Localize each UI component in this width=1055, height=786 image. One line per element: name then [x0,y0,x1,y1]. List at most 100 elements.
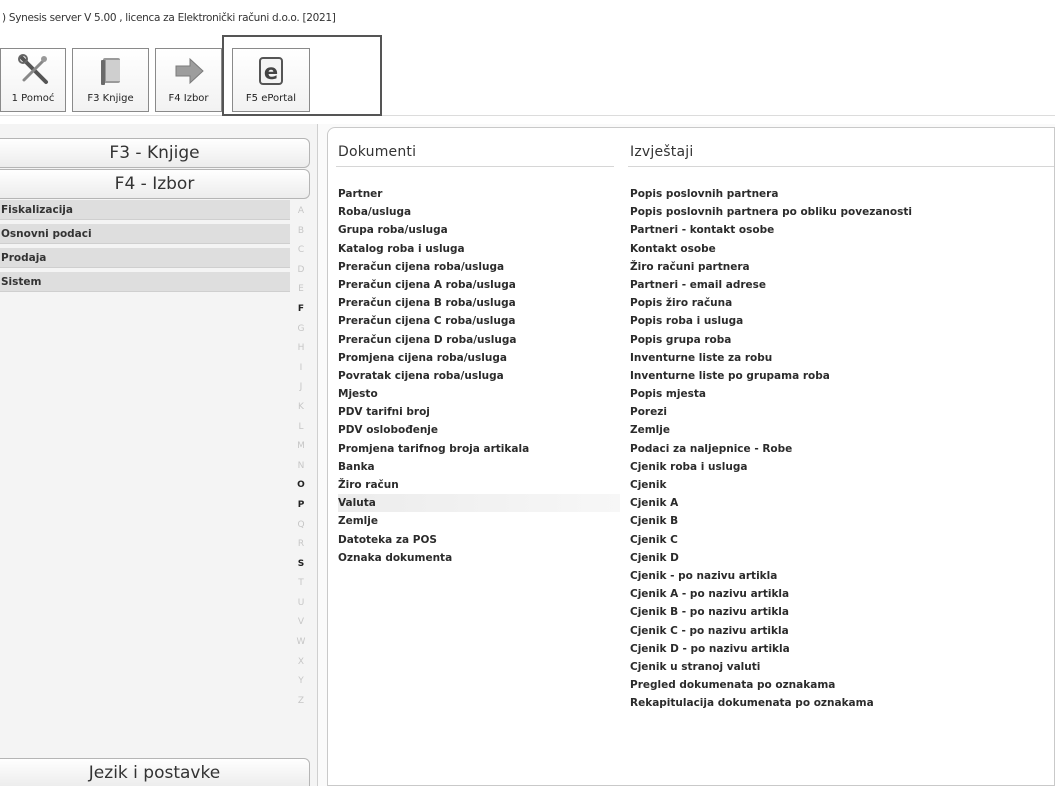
izvjestaji-item[interactable]: Porezi [630,403,1050,421]
alphabet-letter[interactable]: X [292,653,310,673]
dokumenti-item[interactable]: Grupa roba/usluga [338,221,620,239]
izvjestaji-item[interactable]: Cjenik A [630,494,1050,512]
izvjestaji-item[interactable]: Cjenik B [630,512,1050,530]
dokumenti-item[interactable]: Promjena cijena roba/usluga [338,349,620,367]
dokumenti-item[interactable]: Zemlje [338,512,620,530]
tab-language-settings[interactable]: Jezik i postavke [0,758,310,786]
izvjestaji-item[interactable]: Inventurne liste po grupama roba [630,367,1050,385]
alphabet-letter[interactable]: M [292,437,310,457]
alphabet-letter[interactable]: A [292,202,310,222]
izvjestaji-item[interactable]: Cjenik [630,476,1050,494]
alphabet-letter[interactable]: F [292,300,310,320]
izvjestaji-item[interactable]: Partneri - email adrese [630,276,1050,294]
izvjestaji-item[interactable]: Rekapitulacija dokumenata po oznakama [630,694,1050,712]
izvjestaji-item[interactable]: Popis grupa roba [630,331,1050,349]
dokumenti-heading: Dokumenti [338,144,417,160]
alphabet-letter[interactable]: W [292,633,310,653]
dokumenti-item[interactable]: Preračun cijena roba/usluga [338,258,620,276]
dokumenti-item[interactable]: Katalog roba i usluga [338,240,620,258]
izvjestaji-item[interactable]: Cjenik C - po nazivu artikla [630,622,1050,640]
alphabet-letter[interactable]: G [292,320,310,340]
f4-select-button-label: F4 Izbor [168,93,209,104]
f4-select-button[interactable]: F4 Izbor [155,48,222,112]
sidebar-item-sales[interactable]: Prodaja [0,248,290,268]
f3-books-button[interactable]: F3 Knjige [72,48,149,112]
dokumenti-item[interactable]: Preračun cijena A roba/usluga [338,276,620,294]
dokumenti-item[interactable]: Preračun cijena C roba/usluga [338,312,620,330]
dokumenti-item[interactable]: Oznaka dokumenta [338,549,620,567]
dokumenti-item[interactable]: Datoteka za POS [338,531,620,549]
dokumenti-item[interactable]: PDV oslobođenje [338,421,620,439]
alphabet-letter[interactable]: L [292,418,310,438]
izvjestaji-item[interactable]: Kontakt osobe [630,240,1050,258]
izvjestaji-item[interactable]: Cjenik u stranoj valuti [630,658,1050,676]
book-icon [91,54,131,88]
alphabet-letter[interactable]: P [292,496,310,516]
alphabet-letter[interactable]: Y [292,672,310,692]
dokumenti-item[interactable]: Promjena tarifnog broja artikala [338,440,620,458]
alphabet-letter[interactable]: N [292,457,310,477]
alphabet-letter[interactable]: H [292,339,310,359]
sidebar: F3 - Knjige F4 - Izbor Fiskalizacija Osn… [0,124,318,786]
tab-f3-books[interactable]: F3 - Knjige [0,138,310,168]
dokumenti-divider [336,166,614,167]
dokumenti-item[interactable]: Preračun cijena D roba/usluga [338,331,620,349]
izvjestaji-item[interactable]: Popis mjesta [630,385,1050,403]
izvjestaji-item[interactable]: Popis poslovnih partnera po obliku povez… [630,203,1050,221]
wrench-icon [13,54,53,88]
dokumenti-item[interactable]: Žiro račun [338,476,620,494]
dokumenti-item[interactable]: PDV tarifni broj [338,403,620,421]
dokumenti-item[interactable]: Mjesto [338,385,620,403]
window-title: ) Synesis server V 5.00 , licenca za Ele… [0,0,1055,26]
sidebar-item-fiscalization[interactable]: Fiskalizacija [0,200,290,220]
izvjestaji-item[interactable]: Cjenik - po nazivu artikla [630,567,1050,585]
help-button[interactable]: 1 Pomoć [0,48,66,112]
izvjestaji-item[interactable]: Cjenik D [630,549,1050,567]
dokumenti-item[interactable]: Preračun cijena B roba/usluga [338,294,620,312]
alphabet-letter[interactable]: S [292,555,310,575]
dokumenti-list: Partner Roba/usluga Grupa roba/usluga Katal… [338,185,620,567]
izvjestaji-item[interactable]: Cjenik B - po nazivu artikla [630,603,1050,621]
dokumenti-item[interactable]: Roba/usluga [338,203,620,221]
alphabet-letter[interactable]: Q [292,516,310,536]
dokumenti-item[interactable]: Povratak cijena roba/usluga [338,367,620,385]
alphabet-letter[interactable]: I [292,359,310,379]
izvjestaji-item[interactable]: Inventurne liste za robu [630,349,1050,367]
alphabet-letter[interactable]: Z [292,692,310,712]
alphabet-letter[interactable]: V [292,613,310,633]
izvjestaji-divider [628,166,1054,167]
sidebar-item-basic-data[interactable]: Osnovni podaci [0,224,290,244]
content-panel: Dokumenti Partner Roba/usluga Grupa roba/u… [327,127,1055,786]
alphabet-letter[interactable]: O [292,476,310,496]
izvjestaji-item[interactable]: Podaci za naljepnice - Robe [630,440,1050,458]
f3-books-button-label: F3 Knjige [87,93,134,104]
izvjestaji-item[interactable]: Pregled dokumenata po oznakama [630,676,1050,694]
izvjestaji-item[interactable]: Cjenik A - po nazivu artikla [630,585,1050,603]
alphabet-index: ABCDEFGHIJKLMNOPQRSTUVWXYZ [292,202,310,711]
alphabet-letter[interactable]: D [292,261,310,281]
alphabet-letter[interactable]: B [292,222,310,242]
highlight-frame [222,35,382,116]
izvjestaji-item[interactable]: Popis žiro računa [630,294,1050,312]
izvjestaji-item[interactable]: Partneri - kontakt osobe [630,221,1050,239]
tab-f4-select[interactable]: F4 - Izbor [0,169,310,199]
arrow-right-icon [169,54,209,88]
dokumenti-item[interactable]: Banka [338,458,620,476]
alphabet-letter[interactable]: J [292,378,310,398]
sidebar-item-system[interactable]: Sistem [0,272,290,292]
izvjestaji-item[interactable]: Cjenik C [630,531,1050,549]
alphabet-letter[interactable]: U [292,594,310,614]
alphabet-letter[interactable]: T [292,574,310,594]
izvjestaji-item[interactable]: Cjenik D - po nazivu artikla [630,640,1050,658]
alphabet-letter[interactable]: R [292,535,310,555]
izvjestaji-item[interactable]: Popis poslovnih partnera [630,185,1050,203]
alphabet-letter[interactable]: K [292,398,310,418]
izvjestaji-item[interactable]: Zemlje [630,421,1050,439]
dokumenti-item[interactable]: Valuta [338,494,620,513]
izvjestaji-item[interactable]: Cjenik roba i usluga [630,458,1050,476]
izvjestaji-item[interactable]: Žiro računi partnera [630,258,1050,276]
izvjestaji-item[interactable]: Popis roba i usluga [630,312,1050,330]
alphabet-letter[interactable]: C [292,241,310,261]
dokumenti-item[interactable]: Partner [338,185,620,203]
alphabet-letter[interactable]: E [292,280,310,300]
